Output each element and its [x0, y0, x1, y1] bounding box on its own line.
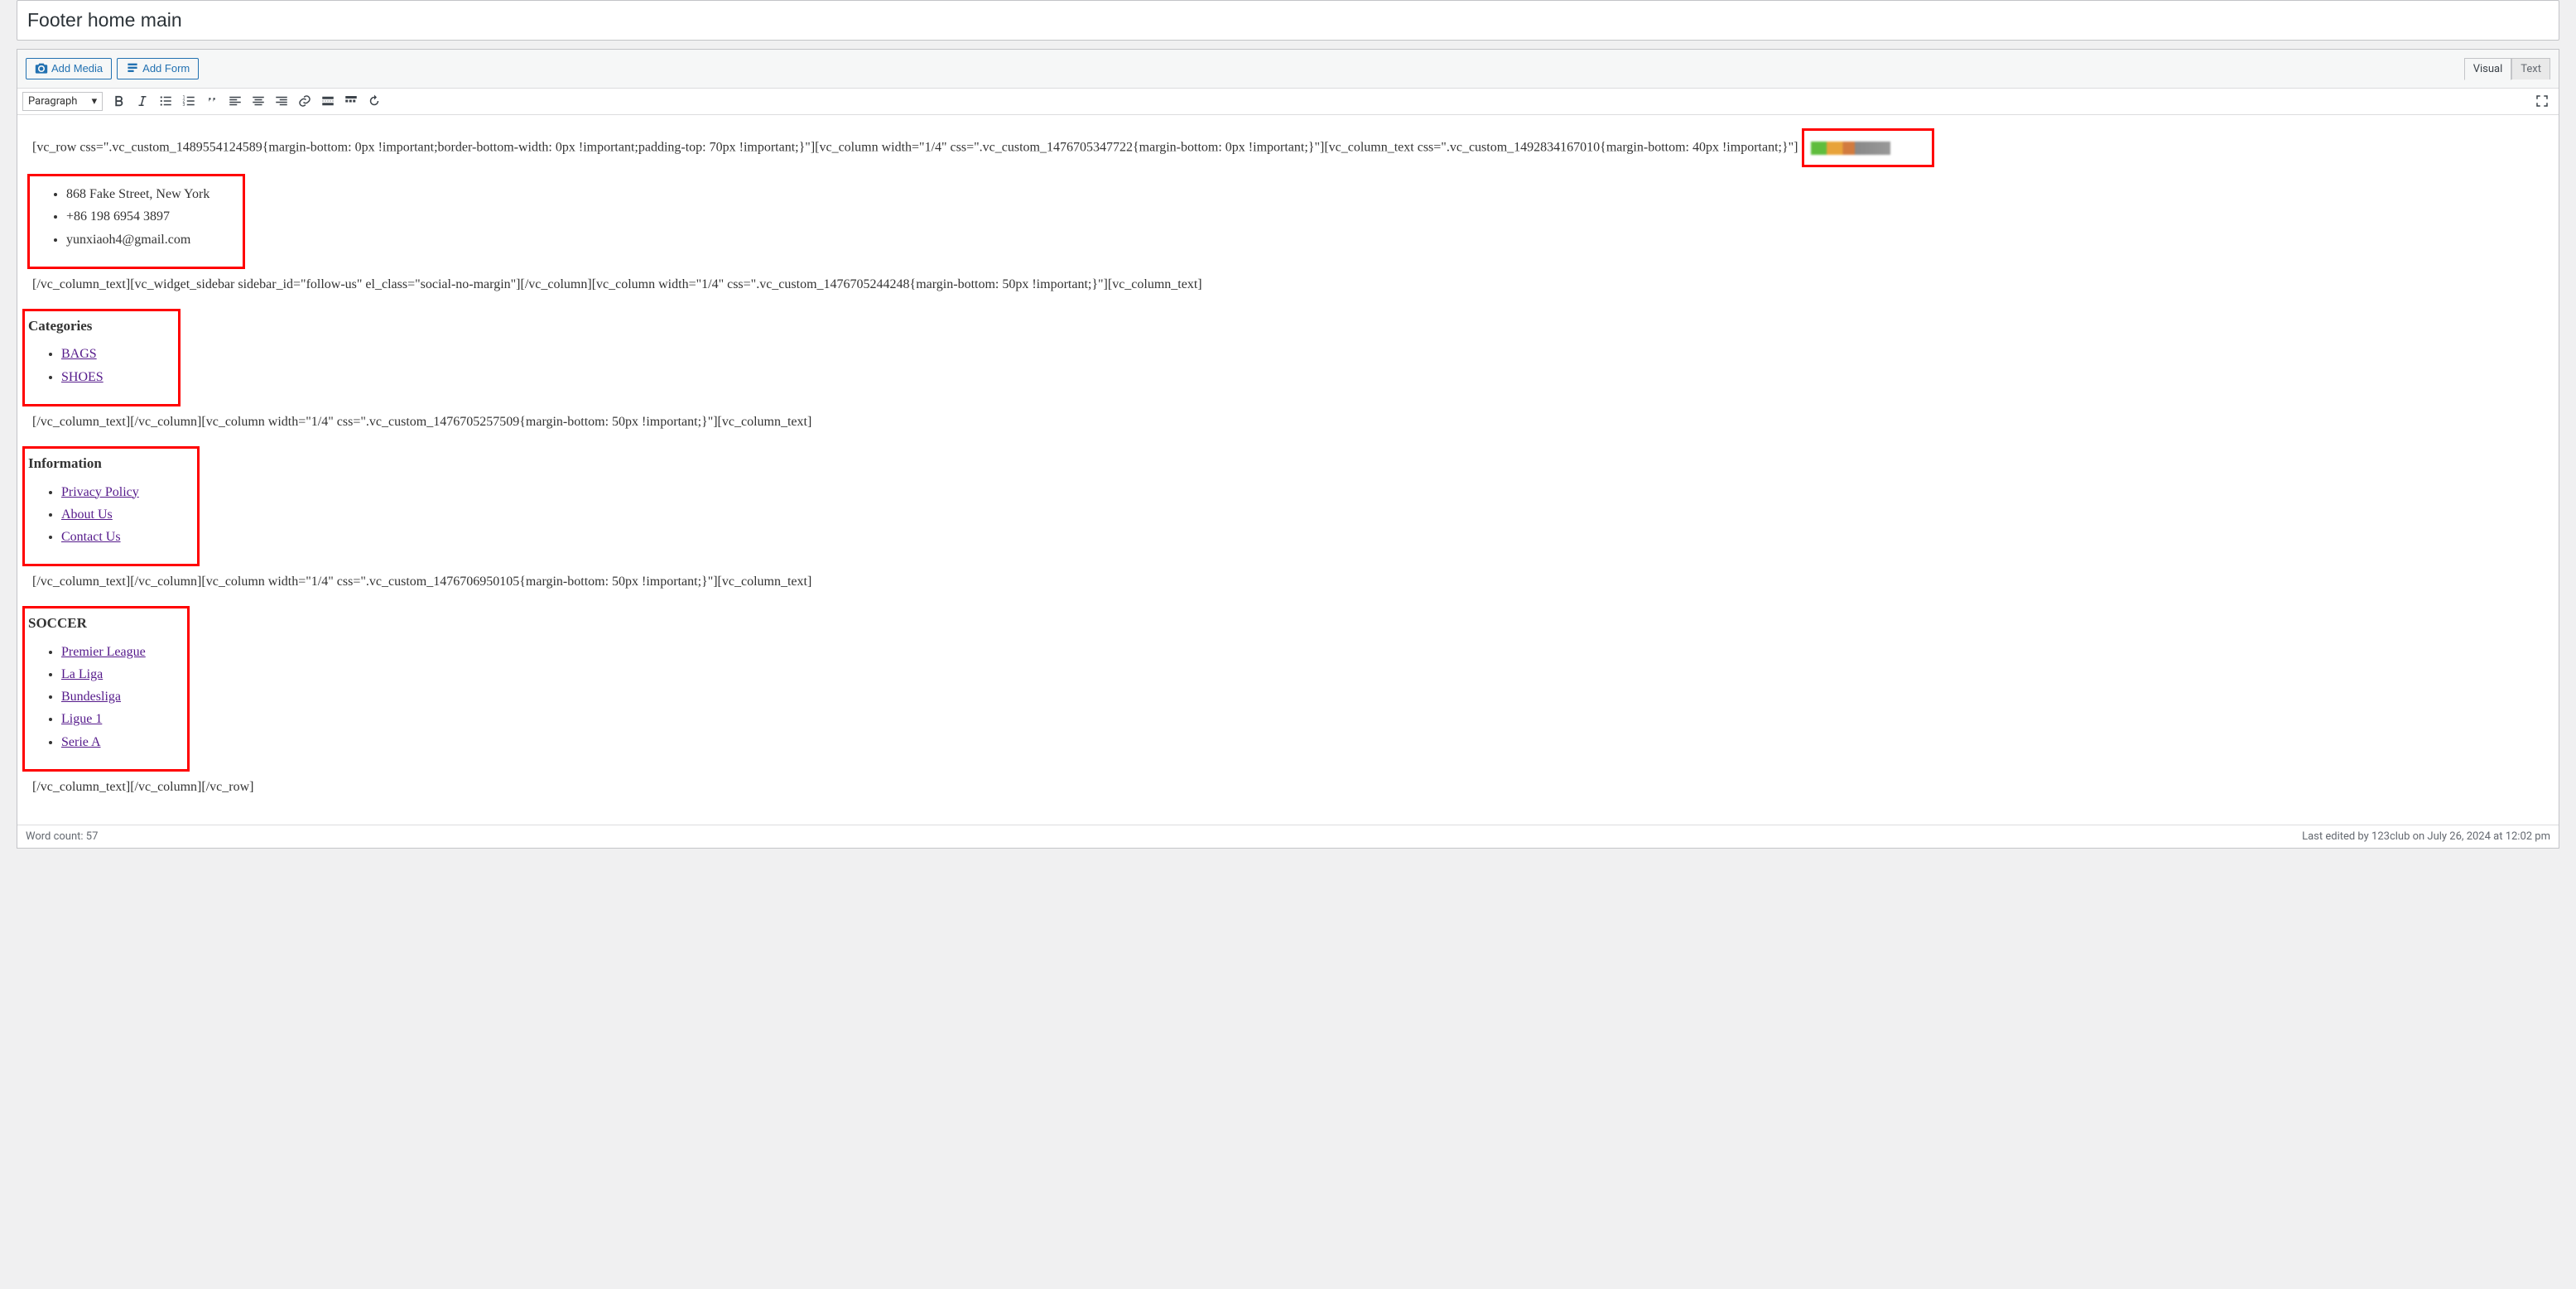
heading-soccer: SOCCER — [28, 612, 146, 634]
highlight-box-categories: Categories BAGS SHOES — [22, 309, 181, 406]
link-la-liga[interactable]: La Liga — [61, 667, 103, 681]
chevron-down-icon: ▾ — [92, 95, 98, 108]
heading-information: Information — [28, 452, 139, 474]
link-premier-league[interactable]: Premier League — [61, 645, 146, 659]
tab-visual[interactable]: Visual — [2464, 58, 2512, 80]
add-form-button[interactable]: Add Form — [117, 58, 199, 79]
align-center-button[interactable] — [247, 89, 270, 113]
last-edited: Last edited by 123club on July 26, 2024 … — [2302, 830, 2550, 843]
align-right-button[interactable] — [270, 89, 293, 113]
shortcode-text: [/vc_column_text][/vc_column][vc_column … — [32, 571, 2544, 593]
fullscreen-button[interactable] — [2530, 89, 2554, 113]
link-about[interactable]: About Us — [61, 507, 113, 522]
link-shoes[interactable]: SHOES — [61, 370, 104, 384]
bold-button[interactable] — [108, 89, 131, 113]
shortcode-text: [/vc_column_text][/vc_column][vc_column … — [32, 411, 2544, 433]
quote-button[interactable] — [200, 89, 224, 113]
refresh-icon[interactable] — [363, 89, 386, 113]
link-privacy[interactable]: Privacy Policy — [61, 485, 139, 499]
editor-body[interactable]: [vc_row css=".vc_custom_1489554124589{ma… — [17, 115, 2559, 825]
post-title-container — [17, 0, 2559, 41]
align-left-button[interactable] — [224, 89, 247, 113]
link-bags[interactable]: BAGS — [61, 347, 97, 361]
shortcode-text: [/vc_column_text][/vc_column][/vc_row] — [32, 777, 2544, 798]
highlight-box-information: Information Privacy Policy About Us Cont… — [22, 446, 200, 567]
italic-button[interactable] — [131, 89, 154, 113]
contact-phone: +86 198 6954 3897 — [66, 206, 209, 228]
bullet-list-button[interactable] — [154, 89, 177, 113]
editor-container: Add Media Add Form Visual Text Paragraph… — [17, 49, 2559, 849]
link-button[interactable] — [293, 89, 316, 113]
logo-image — [1811, 142, 1890, 155]
highlight-box-logo — [1802, 128, 1934, 168]
post-title-input[interactable] — [26, 4, 2550, 36]
contact-email: yunxiaoh4@gmail.com — [66, 229, 209, 251]
form-icon — [126, 62, 139, 75]
add-form-label: Add Form — [142, 62, 190, 75]
contact-address: 868 Fake Street, New York — [66, 184, 209, 205]
word-count: Word count: 57 — [26, 830, 98, 843]
shortcode-text: [vc_row css=".vc_custom_1489554124589{ma… — [32, 140, 1798, 154]
tab-text[interactable]: Text — [2511, 58, 2550, 79]
link-contact[interactable]: Contact Us — [61, 530, 121, 544]
shortcode-text: [/vc_column_text][vc_widget_sidebar side… — [32, 274, 2544, 296]
add-media-label: Add Media — [51, 62, 103, 75]
add-media-button[interactable]: Add Media — [26, 58, 112, 79]
camera-icon — [35, 62, 48, 75]
numbered-list-button[interactable]: 123 — [177, 89, 200, 113]
highlight-box-contact: 868 Fake Street, New York +86 198 6954 3… — [27, 174, 245, 269]
toolbar-toggle-button[interactable] — [339, 89, 363, 113]
link-serie-a[interactable]: Serie A — [61, 735, 101, 749]
highlight-box-soccer: SOCCER Premier League La Liga Bundesliga… — [22, 606, 190, 772]
heading-categories: Categories — [28, 315, 104, 337]
svg-text:3: 3 — [183, 103, 185, 108]
format-dropdown[interactable]: Paragraph ▾ — [22, 92, 103, 111]
link-bundesliga[interactable]: Bundesliga — [61, 690, 121, 704]
editor-status-bar: Word count: 57 Last edited by 123club on… — [17, 825, 2559, 848]
read-more-button[interactable] — [316, 89, 339, 113]
editor-toolbar: Paragraph ▾ 123 — [17, 88, 2559, 115]
link-ligue-1[interactable]: Ligue 1 — [61, 712, 102, 726]
